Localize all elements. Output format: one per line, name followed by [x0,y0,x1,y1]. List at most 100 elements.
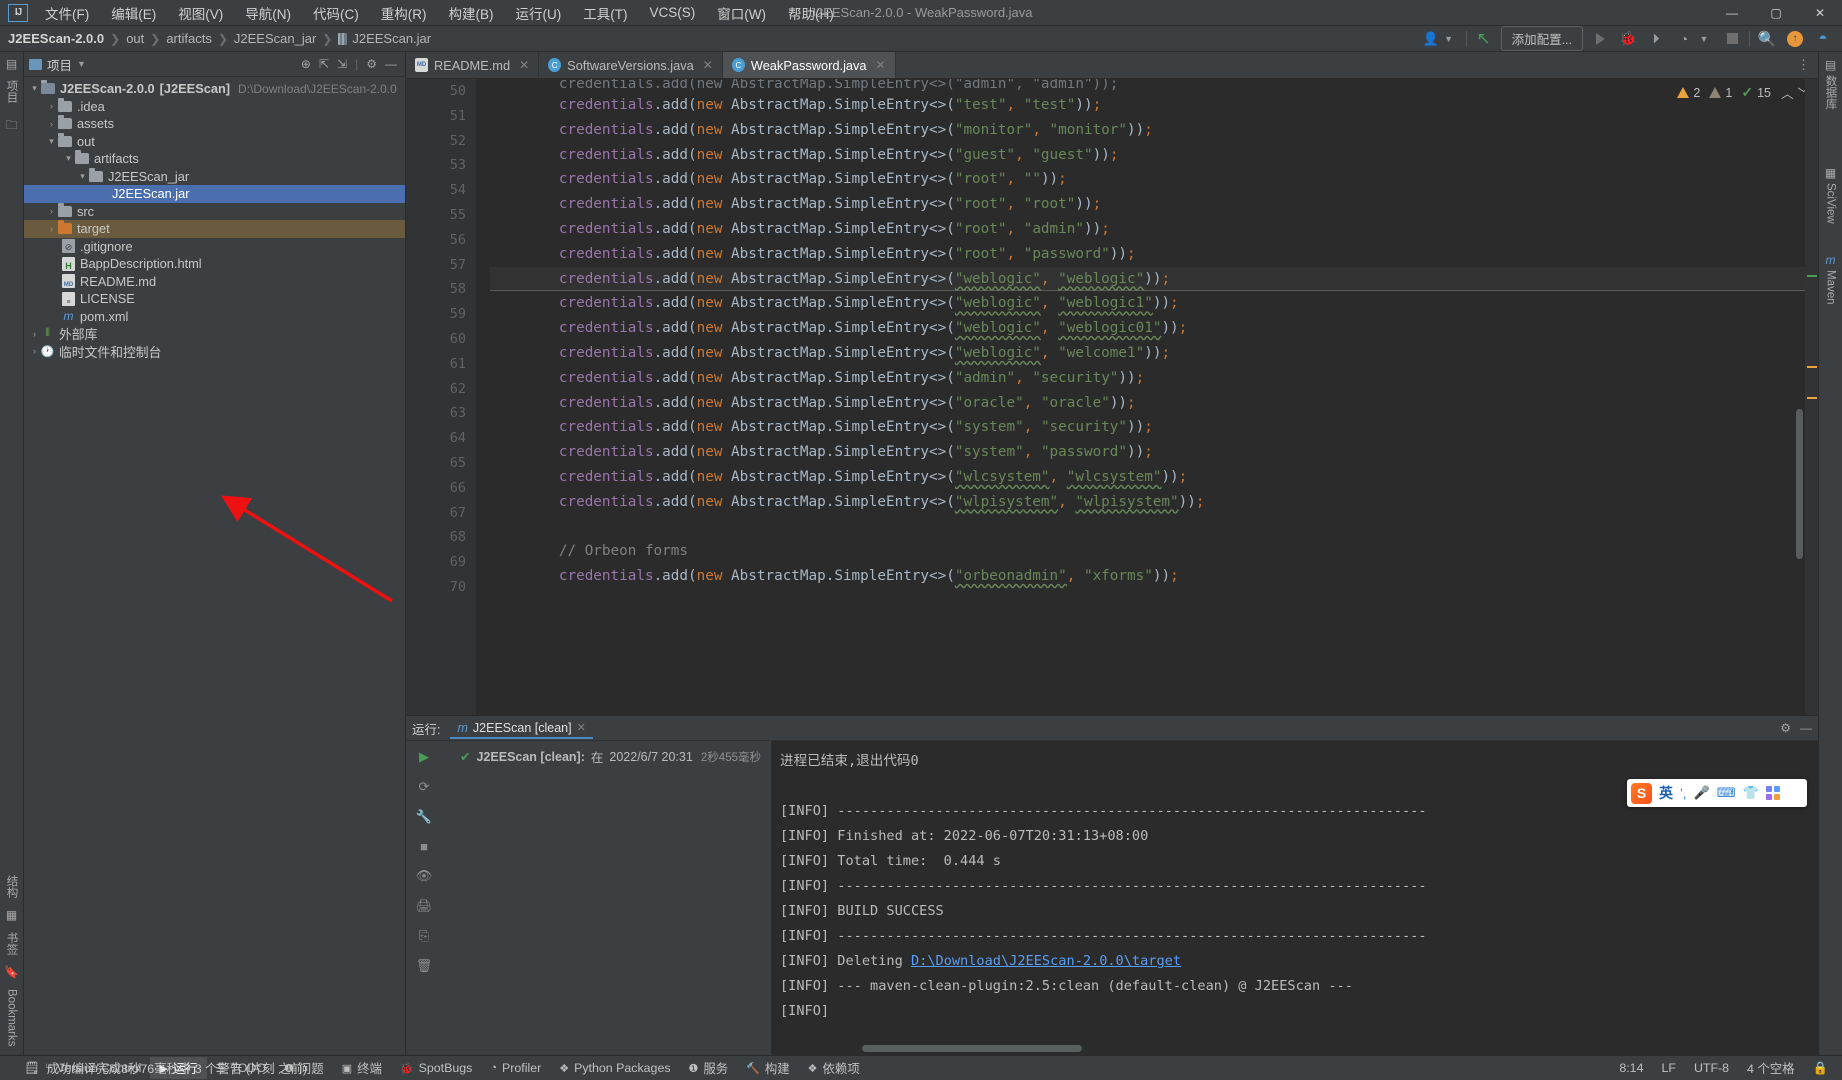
editor-marker-strip[interactable] [1805,79,1818,715]
run-icon[interactable] [1589,29,1611,49]
breadcrumb-item-jar[interactable]: J2EEScan.jar [352,31,431,46]
left-rail-item-bookmarks-cn[interactable]: 书签 [4,932,20,955]
code-line[interactable]: credentials.add(new AbstractMap.SimpleEn… [490,192,1805,217]
line-number[interactable]: 53 [406,153,466,178]
tree-row-idea[interactable]: › .idea [24,97,405,116]
code-line[interactable]: credentials.add(new AbstractMap.SimpleEn… [490,316,1805,341]
code-line[interactable]: credentials.add(new AbstractMap.SimpleEn… [490,167,1805,192]
tree-row-scratches[interactable]: › 🕐 临时文件和控制台 [24,343,405,361]
line-number[interactable]: 52 [406,129,466,154]
tree-row-j2eescan-jar[interactable]: J2EEScan.jar [24,185,405,203]
code-line[interactable]: credentials.add(new AbstractMap.SimpleEn… [490,415,1805,440]
inspection-widget[interactable]: 2 1 ✓ 15 ︿ ﹀ [1677,83,1810,102]
code-line[interactable]: credentials.add(new AbstractMap.SimpleEn… [490,366,1805,391]
minimize-button[interactable]: — [1710,0,1754,26]
sogou-ime-bar[interactable]: S 英 ʼ, 🎤 ⌨ 👕 [1627,779,1807,807]
code-line[interactable]: credentials.add(new AbstractMap.SimpleEn… [490,266,1805,292]
code-content[interactable]: credentials.add(new AbstractMap.SimpleEn… [476,79,1805,715]
code-line[interactable]: // Orbeon forms [490,539,1805,564]
chevron-right-icon[interactable]: › [28,329,41,339]
gear-icon[interactable]: ⚙ [1780,721,1791,735]
line-number[interactable]: 70 [406,575,466,600]
line-number[interactable]: 62 [406,377,466,402]
right-rail-item-sciview[interactable]: ▦ SciView [1825,166,1837,224]
close-icon[interactable]: ✕ [876,58,886,72]
project-rail-icon[interactable]: ▤ [6,57,17,71]
keyboard-icon[interactable]: ⌨ [1717,785,1736,801]
tree-row-bappdescription[interactable]: H BappDescription.html [24,255,405,273]
close-icon[interactable]: ✕ [703,58,713,72]
editor-vertical-scrollbar[interactable] [1794,79,1805,715]
favorites-rail-icon[interactable]: 🗀 [5,116,17,137]
code-line[interactable]: credentials.add(new AbstractMap.SimpleEn… [490,341,1805,366]
code-line[interactable]: credentials.add(new AbstractMap.SimpleEn… [490,465,1805,490]
code-line[interactable]: credentials.add(new AbstractMap.SimpleEn… [490,440,1805,465]
locate-icon[interactable]: ⊕ [301,57,311,71]
code-editor[interactable]: 50 51 52 53 54 55 56 57 58 59 60 61 62 63 64 65 66 67 68 69… [406,79,1818,715]
editor-tabs-menu[interactable]: ⋮ [1789,52,1818,78]
breadcrumb-item-artifacts[interactable]: artifacts [166,31,212,46]
menu-tools[interactable]: 工具(T) [572,0,638,26]
export-icon[interactable]: ⎘ [419,928,429,944]
stop-icon[interactable]: ■ [420,839,428,854]
gear-icon[interactable]: ⚙ [366,57,377,71]
code-line[interactable]: credentials.add(new AbstractMap.SimpleEn… [490,242,1805,267]
chevron-right-icon[interactable]: › [45,224,58,234]
comma-icon[interactable]: ʼ, [1680,786,1687,801]
status-bar-item-构建[interactable]: 🔨 构建 [737,1057,798,1079]
rerun-failed-icon[interactable]: ⟳ [419,779,430,795]
code-line[interactable]: credentials.add(new AbstractMap.SimpleEn… [490,391,1805,416]
line-separator[interactable]: LF [1661,1061,1675,1075]
maximize-button[interactable]: ▢ [1754,0,1798,26]
notification-icon[interactable]: ↑ [1784,29,1806,49]
chevron-right-icon[interactable]: › [45,119,58,129]
menu-navigate[interactable]: 导航(N) [234,0,302,26]
line-number[interactable]: 59 [406,302,466,327]
chevron-right-icon[interactable]: › [45,206,58,216]
left-rail-item-structure[interactable]: 结构 [4,875,20,898]
chevron-right-icon[interactable]: › [28,346,41,356]
line-number[interactable]: 66 [406,476,466,501]
line-number[interactable]: 55 [406,203,466,228]
skin-icon[interactable]: 👕 [1742,785,1758,801]
close-icon[interactable]: ✕ [519,58,529,72]
menu-build[interactable]: 构建(B) [438,0,505,26]
run-coverage-icon[interactable]: ⏵ [1645,29,1667,49]
tab-readme[interactable]: MD README.md ✕ [406,52,540,78]
tree-row-external-libraries[interactable]: › ⫴ 外部库 [24,325,405,343]
line-number[interactable]: 65 [406,451,466,476]
prev-problem-icon[interactable]: ︿ [1781,83,1794,102]
tab-weakpassword[interactable]: C WeakPassword.java ✕ [722,52,896,78]
menu-window[interactable]: 窗口(W) [706,0,777,26]
project-panel-title-group[interactable]: 项目 ▼ [29,55,86,74]
right-rail-item-maven[interactable]: m Maven [1825,253,1837,305]
scrollbar-thumb[interactable] [862,1045,1082,1052]
print-icon[interactable]: 🖨 [416,898,433,914]
status-bar-item-依赖项[interactable]: ❖ 依赖项 [799,1057,869,1079]
menu-vcs[interactable]: VCS(S) [639,2,707,23]
tree-row-license[interactable]: ≡ LICENSE [24,290,405,308]
hide-icon[interactable]: — [1800,721,1812,735]
line-number[interactable]: 50 [406,79,466,104]
menu-refactor[interactable]: 重构(R) [370,0,438,26]
tab-softwareversions[interactable]: C SoftwareVersions.java ✕ [539,52,723,78]
breadcrumb-item-out[interactable]: out [126,31,144,46]
scrollbar-thumb[interactable] [1796,409,1803,559]
tree-row-target[interactable]: › target [24,220,405,238]
line-number[interactable]: 54 [406,178,466,203]
status-bar-item-spotbugs[interactable]: 🐞 SpotBugs [391,1059,481,1077]
sogou-logo-icon[interactable]: S [1631,782,1652,804]
run-tab-j2eescan-clean[interactable]: m J2EEScan [clean] ✕ [450,718,593,739]
chevron-expanded-icon[interactable]: ▾ [62,153,75,164]
console-horizontal-scrollbar[interactable] [772,1045,1818,1053]
tree-row-artifacts[interactable]: ▾ artifacts [24,150,405,168]
tree-row-j2eescan-jar-dir[interactable]: ▾ J2EEScan_jar [24,167,405,186]
menu-run[interactable]: 运行(U) [505,0,573,26]
code-line[interactable]: credentials.add(new AbstractMap.SimpleEn… [490,118,1805,143]
left-rail-item-bookmarks[interactable]: Bookmarks [6,989,18,1047]
line-number[interactable]: 58 [406,277,466,302]
line-number[interactable]: 67 [406,501,466,526]
status-bar-item-终端[interactable]: ▣ 终端 [333,1057,391,1079]
code-line[interactable]: credentials.add(new AbstractMap.SimpleEn… [490,217,1805,242]
eye-icon[interactable]: 👁 [416,868,433,884]
